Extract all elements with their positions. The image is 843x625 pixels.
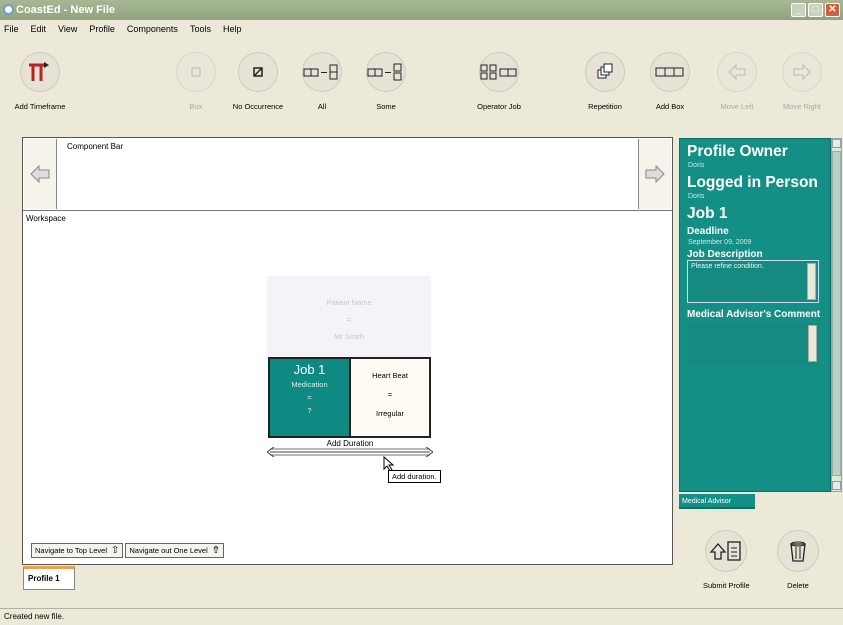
logged-in-value: Doris xyxy=(688,193,705,200)
delete-button[interactable]: Delete xyxy=(777,530,819,590)
comment-scrollbar[interactable] xyxy=(808,325,817,362)
duration-arrow[interactable] xyxy=(267,447,433,457)
menu-edit[interactable]: Edit xyxy=(31,20,47,38)
status-bar: Created new file. xyxy=(0,608,843,625)
arrow-left-icon xyxy=(728,63,746,81)
heart-field: Heart Beat xyxy=(372,371,408,380)
close-button[interactable]: ✕ xyxy=(825,3,840,17)
workspace-label: Workspace xyxy=(26,214,66,223)
logged-in-heading: Logged in Person xyxy=(687,174,818,191)
submit-icon xyxy=(709,541,741,561)
move-right-button[interactable]: Move Right xyxy=(772,52,832,111)
component-scroll-right-button[interactable] xyxy=(638,139,671,209)
heart-beat-box[interactable]: Heart Beat = Irregular xyxy=(349,357,431,438)
operator-job-icon xyxy=(480,64,517,80)
move-left-button[interactable]: Move Left xyxy=(707,52,767,111)
scroll-thumb[interactable] xyxy=(832,151,841,476)
component-scroll-left-button[interactable] xyxy=(24,139,57,209)
window-title: CoastEd - New File xyxy=(16,4,116,16)
box-icon xyxy=(191,67,201,77)
repetition-button[interactable]: Repetition xyxy=(575,52,635,111)
tab-profile-1[interactable]: Profile 1 xyxy=(23,566,75,590)
timeframe-icon xyxy=(29,62,49,81)
job-field: Medication xyxy=(291,380,328,389)
all-button[interactable]: All xyxy=(292,52,352,111)
job-operator: = xyxy=(307,393,312,402)
panel-scrollbar[interactable] xyxy=(831,138,842,492)
menu-tools[interactable]: Tools xyxy=(190,20,211,38)
component-bar-label: Component Bar xyxy=(67,142,124,151)
profile-owner-value: Doris xyxy=(688,162,705,169)
menu-file[interactable]: File xyxy=(4,20,19,38)
no-occurrence-button[interactable]: No Occurrence xyxy=(228,52,288,111)
advisor-comment-heading: Medical Advisor's Comment xyxy=(687,309,821,320)
maximize-button[interactable]: □ xyxy=(808,3,823,17)
job-value: ? xyxy=(307,406,312,415)
advisor-comment-field[interactable] xyxy=(687,323,819,366)
job-heading: Job 1 xyxy=(687,205,728,222)
menu-bar: File Edit View Profile Components Tools … xyxy=(0,20,843,38)
submit-profile-button[interactable]: Submit Profile xyxy=(703,530,750,590)
job-description-heading: Job Description xyxy=(687,249,763,260)
repetition-icon xyxy=(597,63,613,79)
trash-icon xyxy=(790,541,806,562)
patient-field: Patient Name xyxy=(326,298,372,307)
heart-value: Irregular xyxy=(376,409,404,418)
no-occurrence-icon xyxy=(253,67,263,77)
patient-operator: = xyxy=(346,315,352,324)
scroll-down-button[interactable] xyxy=(832,481,841,490)
box-button[interactable]: Box xyxy=(166,52,226,111)
add-timeframe-button[interactable]: Add Timeframe xyxy=(10,52,70,111)
menu-help[interactable]: Help xyxy=(223,20,242,38)
job-title: Job 1 xyxy=(293,362,326,377)
title-bar: CoastEd - New File _ □ ✕ xyxy=(0,0,843,20)
some-button[interactable]: Some xyxy=(356,52,416,111)
heart-operator: = xyxy=(387,390,393,399)
arrow-up-icon: ⇧ xyxy=(111,545,120,556)
menu-components[interactable]: Components xyxy=(127,20,178,38)
arrow-left-icon xyxy=(30,164,50,184)
profile-details-panel: Profile Owner Doris Logged in Person Dor… xyxy=(679,138,831,492)
menu-view[interactable]: View xyxy=(58,20,77,38)
component-bar: Component Bar xyxy=(23,138,672,211)
some-icon xyxy=(367,63,402,81)
navigate-out-one-level-button[interactable]: Navigate out One Level ⇮ xyxy=(125,543,225,558)
tab-medical-advisor[interactable]: Medical Advisor xyxy=(679,494,755,509)
tooltip: Add duration. xyxy=(388,470,441,483)
description-scrollbar[interactable] xyxy=(807,263,816,300)
job-description-field[interactable]: Please refine condition. xyxy=(687,260,819,303)
arrow-right-icon xyxy=(645,164,665,184)
deadline-value: September 09, 2009 xyxy=(688,239,752,246)
patient-name-box[interactable]: Patient Name = Mr Smith xyxy=(267,276,431,358)
job-box[interactable]: Job 1 Medication = ? xyxy=(268,357,351,438)
arrow-right-icon xyxy=(793,63,811,81)
scroll-up-button[interactable] xyxy=(832,139,841,148)
editor-frame: Component Bar Workspace Patient Name = M… xyxy=(22,137,673,565)
navigate-top-level-button[interactable]: Navigate to Top Level ⇧ xyxy=(31,543,124,558)
add-box-button[interactable]: Add Box xyxy=(640,52,700,111)
all-icon xyxy=(303,64,338,80)
deadline-heading: Deadline xyxy=(687,226,729,237)
add-box-icon xyxy=(655,67,684,77)
level-up-icon: ⇮ xyxy=(211,545,221,556)
patient-value: Mr Smith xyxy=(334,332,364,341)
menu-profile[interactable]: Profile xyxy=(89,20,115,38)
app-icon xyxy=(3,4,14,15)
minimize-button[interactable]: _ xyxy=(791,3,806,17)
toolbar: Add Timeframe Box No Occurrence All Some… xyxy=(0,38,843,130)
operator-job-button[interactable]: Operator Job xyxy=(469,52,529,111)
profile-owner-heading: Profile Owner xyxy=(687,143,788,160)
